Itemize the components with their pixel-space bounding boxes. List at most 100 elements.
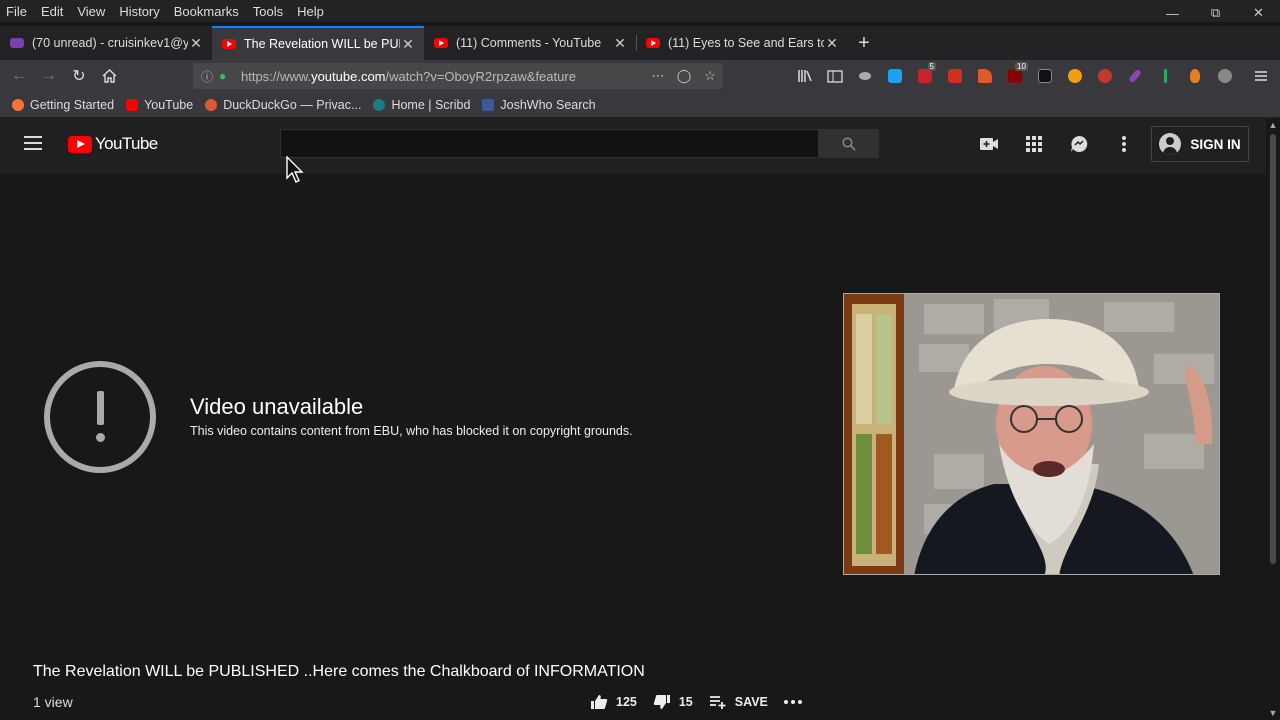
bookmark-star-icon[interactable]: ☆ — [697, 68, 723, 84]
close-tab-icon[interactable]: ✕ — [612, 35, 628, 52]
youtube-favicon-icon — [222, 39, 236, 49]
thumbs-down-icon — [653, 695, 670, 709]
sign-in-button[interactable]: SIGN IN — [1151, 126, 1249, 162]
page-actions-icon[interactable]: ⋯ — [645, 68, 671, 84]
settings-more-icon[interactable] — [1113, 134, 1135, 154]
menu-bar: File Edit View History Bookmarks Tools H… — [0, 0, 1280, 22]
error-title: Video unavailable — [190, 394, 364, 419]
scroll-down-icon[interactable]: ▼ — [1268, 708, 1278, 718]
menu-bookmarks[interactable]: Bookmarks — [167, 4, 246, 19]
feather-extension-icon[interactable] — [1120, 64, 1150, 88]
menu-view[interactable]: View — [70, 4, 112, 19]
reload-icon[interactable]: ↻ — [64, 62, 94, 90]
menu-tools[interactable]: Tools — [246, 4, 290, 19]
firefox-icon — [12, 98, 24, 111]
tab-mail[interactable]: (70 unread) - cruisinkev1@y ✕ — [0, 26, 212, 60]
youtube-favicon-icon — [434, 38, 448, 48]
lock-icon: ● — [219, 69, 227, 83]
create-video-icon[interactable] — [978, 134, 1000, 154]
minimize-icon[interactable]: — — [1151, 0, 1194, 26]
scribd-icon — [373, 98, 386, 111]
tab-revelation[interactable]: The Revelation WILL be PUB ✕ — [212, 26, 424, 60]
account-extension-icon[interactable] — [1210, 64, 1240, 88]
search-icon — [841, 136, 856, 151]
pdf-extension-icon[interactable] — [940, 64, 970, 88]
mouse-cursor-icon — [286, 156, 304, 183]
home-icon[interactable] — [94, 62, 124, 90]
library-icon[interactable] — [790, 64, 820, 88]
menu-file[interactable]: File — [0, 4, 34, 19]
error-message: This video contains content from EBU, wh… — [190, 424, 633, 438]
pocket-icon[interactable]: ◯ — [671, 68, 697, 84]
window-controls: — ⧉ ✕ — [1151, 0, 1280, 26]
youtube-logo[interactable]: YouTube — [68, 134, 158, 154]
menu-history[interactable]: History — [112, 4, 166, 19]
menu-help[interactable]: Help — [290, 4, 331, 19]
joshwho-icon — [482, 98, 495, 111]
ublock-icon[interactable]: 10 — [1000, 62, 1030, 88]
menu-icon[interactable] — [1246, 64, 1276, 88]
url-text[interactable]: https://www.youtube.com/watch?v=OboyR2rp… — [241, 69, 645, 84]
navigation-bar: ← → ↻ ⓘ ● https://www.youtube.com/watch?… — [0, 60, 1280, 92]
scroll-up-icon[interactable]: ▲ — [1268, 120, 1278, 130]
dislike-button[interactable]: 15 — [653, 694, 693, 710]
video-thumbnail[interactable] — [843, 293, 1220, 575]
youtube-page: YouTube SIGN IN Video unavailable This v… — [0, 118, 1266, 720]
skype-extension-icon[interactable] — [880, 64, 910, 88]
bookmark-youtube[interactable]: YouTube — [126, 98, 193, 112]
back-icon[interactable]: ← — [4, 62, 34, 90]
guide-menu-icon[interactable] — [24, 136, 42, 150]
error-alert-icon — [44, 361, 156, 473]
tab-eyes-to-see[interactable]: (11) Eyes to See and Ears to ✕ — [636, 26, 848, 60]
tab-comments[interactable]: (11) Comments - YouTube ✕ — [424, 26, 636, 60]
tab-bar: (70 unread) - cruisinkev1@y ✕ The Revela… — [0, 26, 1280, 60]
lock-extension-icon[interactable] — [1030, 64, 1060, 88]
duckduckgo-icon — [205, 98, 218, 111]
page-scrollbar[interactable]: ▲ ▼ — [1266, 118, 1280, 720]
restore-icon[interactable]: ⧉ — [1194, 0, 1237, 26]
forward-icon[interactable]: → — [34, 62, 64, 90]
more-actions-icon[interactable] — [783, 700, 810, 704]
address-bar[interactable]: ⓘ ● https://www.youtube.com/watch?v=Oboy… — [193, 63, 723, 89]
orange-extension-icon[interactable] — [1060, 64, 1090, 88]
search-input[interactable] — [280, 129, 819, 158]
youtube-favicon-icon — [646, 38, 660, 48]
thumbs-up-icon — [591, 695, 608, 709]
video-title: The Revelation WILL be PUBLISHED ..Here … — [33, 663, 645, 680]
bookmark-scribd[interactable]: Home | Scribd — [373, 98, 470, 112]
sidebar-icon[interactable] — [820, 64, 850, 88]
bookmark-joshwho[interactable]: JoshWho Search — [482, 98, 596, 112]
mail-icon — [10, 38, 24, 48]
add-to-playlist-icon — [709, 696, 726, 709]
potion-extension-icon[interactable] — [1180, 64, 1210, 88]
extensions-toolbar: 5 10 — [790, 62, 1276, 88]
like-button[interactable]: 125 — [590, 694, 637, 710]
bookmark-getting-started[interactable]: Getting Started — [12, 98, 114, 112]
info-icon[interactable]: ⓘ — [201, 68, 219, 85]
close-tab-icon[interactable]: ✕ — [400, 36, 416, 53]
view-count: 1 view — [33, 694, 73, 710]
account-icon — [1159, 133, 1182, 155]
close-tab-icon[interactable]: ✕ — [824, 35, 840, 52]
d-extension-icon[interactable] — [1090, 64, 1120, 88]
adblock-plus-icon[interactable]: 5 — [910, 62, 940, 88]
flag-extension-icon[interactable] — [970, 64, 1000, 88]
youtube-play-icon — [68, 135, 92, 153]
scrollbar-thumb[interactable] — [1270, 134, 1276, 564]
save-button[interactable]: SAVE — [709, 695, 768, 709]
close-tab-icon[interactable]: ✕ — [188, 35, 204, 52]
green-extension-icon[interactable] — [1150, 64, 1180, 88]
bookmarks-bar: Getting Started YouTube DuckDuckGo — Pri… — [0, 92, 1280, 118]
incognito-extension-icon[interactable] — [850, 64, 880, 88]
apps-grid-icon[interactable] — [1023, 134, 1045, 154]
youtube-header: YouTube SIGN IN — [0, 118, 1266, 174]
close-window-icon[interactable]: ✕ — [1237, 0, 1280, 26]
messages-icon[interactable] — [1068, 134, 1090, 154]
bookmark-duckduckgo[interactable]: DuckDuckGo — Privac... — [205, 98, 361, 112]
search-button[interactable] — [818, 129, 879, 158]
menu-edit[interactable]: Edit — [34, 4, 70, 19]
video-actions: 125 15 SAVE — [590, 694, 826, 710]
tab-title: (11) Comments - YouTube — [456, 36, 602, 50]
youtube-favicon-icon — [126, 98, 139, 111]
new-tab-icon[interactable]: + — [848, 26, 880, 60]
